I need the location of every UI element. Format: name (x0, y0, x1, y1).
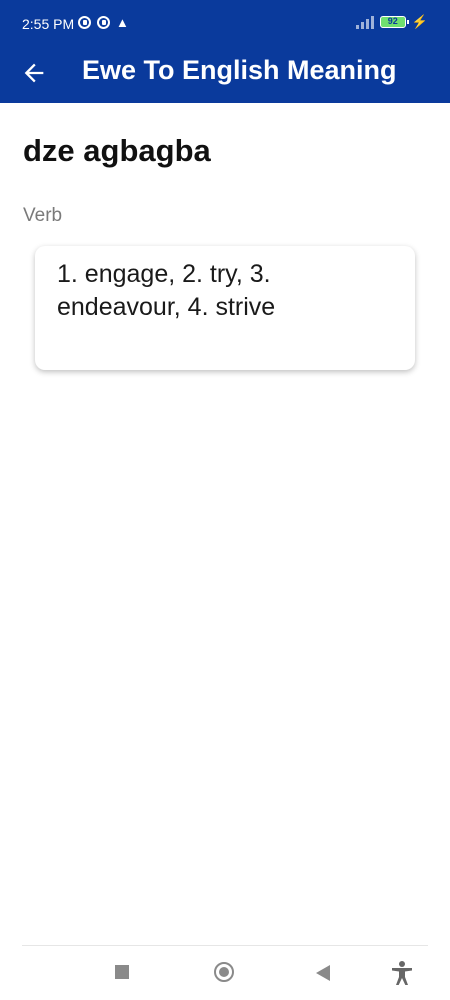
battery-level: 92 (387, 16, 398, 26)
arrow-left-icon[interactable] (20, 59, 48, 87)
app-header: 2:55 PM ▲ 92 ⚡ Ewe To English Meaning (0, 0, 450, 103)
status-icons-right: 92 ⚡ (355, 14, 428, 30)
warning-icon: ▲ (116, 15, 129, 30)
home-icon[interactable] (214, 962, 234, 982)
signal-icon (355, 15, 374, 29)
meaning-text: 1. engage, 2. try, 3. endeavour, 4. stri… (57, 260, 276, 321)
status-icons-left: ▲ (78, 16, 129, 29)
meaning-card: 1. engage, 2. try, 3. endeavour, 4. stri… (35, 246, 415, 370)
recents-icon[interactable] (115, 965, 129, 979)
accessibility-icon[interactable] (390, 960, 414, 986)
charging-icon: ⚡ (411, 14, 428, 29)
system-nav-bar (0, 950, 450, 1000)
status-time: 2:55 PM (22, 16, 75, 32)
status-bar: 2:55 PM ▲ 92 ⚡ (0, 0, 450, 46)
page-title: Ewe To English Meaning (82, 55, 397, 85)
back-icon[interactable] (316, 965, 330, 981)
data-saver-icon (97, 16, 110, 29)
data-saver-icon (78, 16, 91, 29)
word-title: dze agbagba (23, 133, 211, 168)
part-of-speech: Verb (23, 205, 63, 226)
battery-icon: 92 (379, 16, 409, 28)
divider (22, 945, 428, 946)
